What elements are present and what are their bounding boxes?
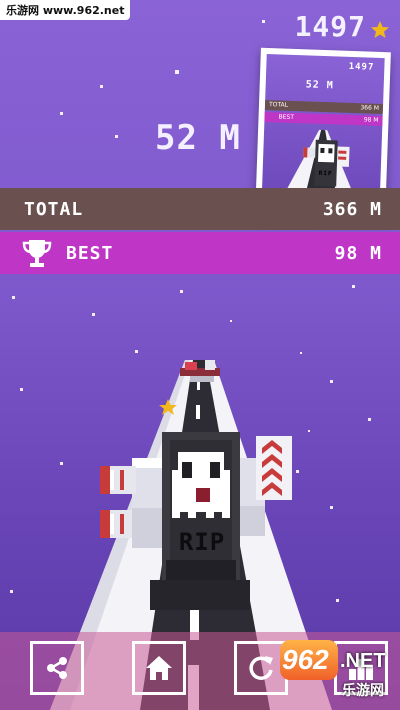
watermark-brand: 962 bbox=[282, 644, 329, 675]
thumb-distance: 52 M bbox=[305, 79, 334, 92]
thumb-best-value: 98 M bbox=[363, 116, 379, 124]
total-label: TOTAL bbox=[24, 198, 84, 220]
trophy-icon bbox=[22, 240, 52, 267]
tombstone-text: RIP bbox=[178, 528, 226, 556]
best-label: BEST bbox=[66, 242, 114, 264]
thumb-best-label: BEST bbox=[278, 113, 295, 121]
thumb-tomb-text: RIP bbox=[318, 169, 333, 178]
restart-icon bbox=[249, 656, 273, 680]
coin-score: 1497 bbox=[294, 10, 366, 43]
share-button[interactable] bbox=[30, 641, 84, 695]
total-value: 366 M bbox=[322, 198, 382, 220]
total-row: TOTAL 366 M bbox=[0, 188, 400, 230]
watermark-suffix: .NET bbox=[340, 650, 386, 672]
thumb-total-label: TOTAL bbox=[268, 101, 289, 109]
star-icon bbox=[371, 21, 389, 38]
share-icon bbox=[47, 657, 67, 679]
home-button[interactable] bbox=[132, 641, 186, 695]
best-row: BEST 98 M bbox=[0, 232, 400, 274]
tombstone bbox=[150, 432, 250, 610]
run-distance: 52 M bbox=[155, 118, 241, 158]
watermark-bottom: 962 .NET 乐游网 bbox=[280, 638, 392, 702]
home-icon bbox=[146, 656, 172, 680]
watermark-cn: 乐游网 bbox=[342, 683, 384, 699]
thumb-total-value: 366 M bbox=[360, 104, 380, 112]
best-value: 98 M bbox=[334, 242, 382, 264]
thumb-score: 1497 bbox=[348, 61, 375, 73]
watermark-top: 乐游网 www.962.net bbox=[0, 0, 131, 20]
